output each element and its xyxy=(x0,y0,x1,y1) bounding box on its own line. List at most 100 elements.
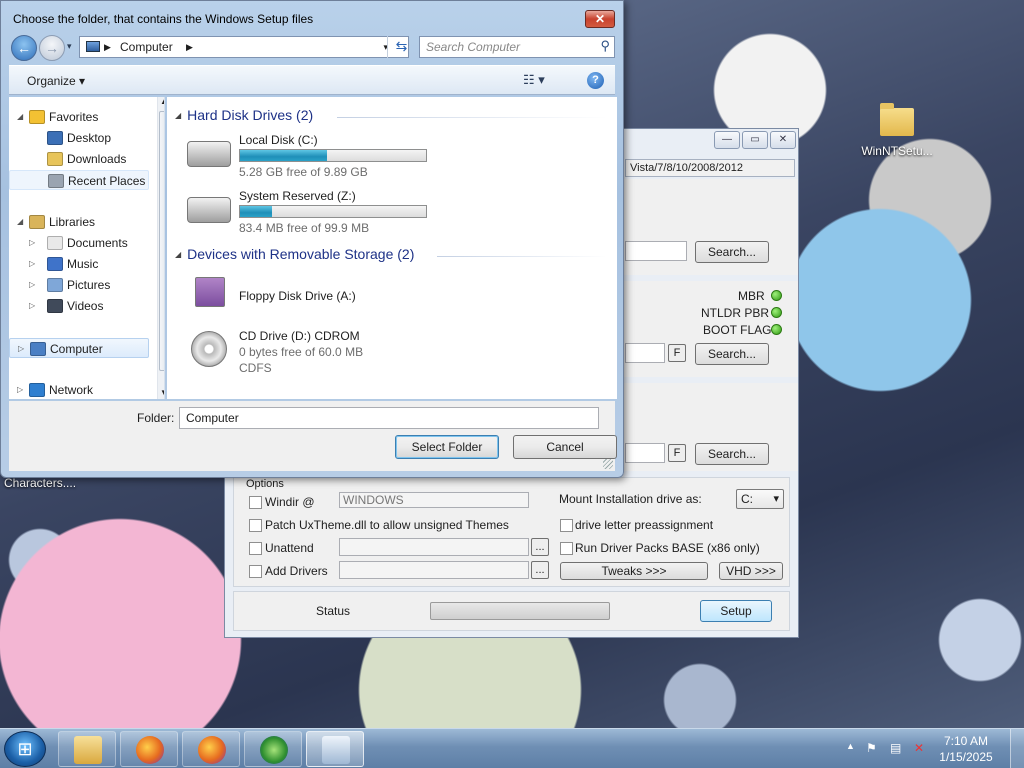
taskbar-explorer-button[interactable] xyxy=(58,731,116,767)
taskbar-installer-button[interactable] xyxy=(244,731,302,767)
breadcrumb-chevron-icon[interactable]: ▶ xyxy=(186,37,193,57)
system-clock[interactable]: 7:10 AM 1/15/2025 xyxy=(938,733,994,765)
refresh-icon[interactable]: ⇆ xyxy=(387,36,415,58)
nav-item-music[interactable]: ▷ Music xyxy=(9,254,149,274)
organize-button[interactable]: Organize ▾ xyxy=(27,74,85,88)
desktop-icon-winntsetup[interactable]: WinNTSetu... xyxy=(858,103,936,158)
nav-item-libraries[interactable]: ◢ Libraries xyxy=(9,212,149,232)
group-header-removable[interactable]: ◢ Devices with Removable Storage (2) xyxy=(175,246,414,262)
expander-icon[interactable]: ▷ xyxy=(17,380,23,399)
forward-arrow-icon[interactable]: → xyxy=(39,35,65,61)
drive-name: Floppy Disk Drive (A:) xyxy=(239,289,356,303)
scroll-thumb[interactable] xyxy=(159,111,164,371)
nav-item-downloads[interactable]: Downloads xyxy=(9,149,149,169)
source-search-button[interactable]: Search... xyxy=(695,241,769,263)
network-icon[interactable]: ▤ xyxy=(890,741,901,755)
expander-icon[interactable]: ▷ xyxy=(18,339,24,359)
add-drivers-label: Add Drivers xyxy=(265,564,328,578)
nav-item-videos[interactable]: ▷ Videos xyxy=(9,296,149,316)
expander-icon[interactable]: ◢ xyxy=(17,212,23,232)
select-folder-button[interactable]: Select Folder xyxy=(395,435,499,459)
nav-item-desktop[interactable]: Desktop xyxy=(9,128,149,148)
scroll-down-icon[interactable]: ▼ xyxy=(160,388,164,397)
back-arrow-icon[interactable]: ← xyxy=(11,35,37,61)
breadcrumb-chevron-icon[interactable]: ▶ xyxy=(104,37,111,57)
nav-item-pictures[interactable]: ▷ Pictures xyxy=(9,275,149,295)
boot-drive-field[interactable] xyxy=(625,343,665,363)
nav-item-label: Libraries xyxy=(49,215,96,229)
install-drive-field[interactable] xyxy=(625,443,665,463)
group-header-hard-disks[interactable]: ◢ Hard Disk Drives (2) xyxy=(175,107,313,123)
nav-item-favorites[interactable]: ◢ Favorites xyxy=(9,107,149,127)
add-drivers-checkbox[interactable] xyxy=(249,565,262,578)
close-button[interactable]: ✕ xyxy=(770,131,796,149)
show-hidden-icons-icon[interactable]: ▲ xyxy=(846,741,855,751)
collapse-icon[interactable]: ◢ xyxy=(175,250,181,259)
file-list: ◢ Hard Disk Drives (2) Local Disk (C:) 5.… xyxy=(167,97,617,399)
resize-grip-icon[interactable] xyxy=(603,459,613,469)
expander-icon[interactable]: ▷ xyxy=(29,275,35,295)
windir-label: Windir @ xyxy=(265,495,315,509)
mount-drive-select[interactable]: C: xyxy=(736,489,784,509)
scroll-up-icon[interactable]: ▲ xyxy=(160,97,164,106)
cancel-button[interactable]: Cancel xyxy=(513,435,617,459)
action-center-flag-icon[interactable]: ⚑ xyxy=(866,741,877,755)
patch-uxtheme-label: Patch UxTheme.dll to allow unsigned Them… xyxy=(265,518,509,532)
breadcrumb-computer[interactable]: Computer xyxy=(120,37,173,57)
nav-item-recent-places[interactable]: Recent Places xyxy=(9,170,149,190)
boot-search-button[interactable]: Search... xyxy=(695,343,769,365)
windir-field[interactable]: WINDOWS xyxy=(339,492,529,508)
install-search-button[interactable]: Search... xyxy=(695,443,769,465)
install-f-button[interactable]: F xyxy=(668,444,686,462)
maximize-button[interactable]: ▭ xyxy=(742,131,768,149)
expander-icon[interactable]: ▷ xyxy=(29,254,35,274)
nav-item-network[interactable]: ▷ Network xyxy=(9,380,149,399)
change-view-icon[interactable]: ☷ ▾ xyxy=(523,72,545,88)
setup-button[interactable]: Setup xyxy=(700,600,772,622)
tab-os-version[interactable]: Vista/7/8/10/2008/2012 xyxy=(625,159,795,177)
nav-item-computer[interactable]: ▷ Computer xyxy=(9,338,149,358)
expander-icon[interactable]: ◢ xyxy=(17,107,23,127)
drive-local-disk-c[interactable]: Local Disk (C:) 5.28 GB free of 9.89 GB xyxy=(183,131,583,179)
status-led-mbr xyxy=(771,290,782,301)
nav-scrollbar[interactable]: ▲ ▼ xyxy=(157,97,164,399)
minimize-button[interactable]: — xyxy=(714,131,740,149)
drive-cd-d[interactable]: CD Drive (D:) CDROM 0 bytes free of 60.0… xyxy=(183,327,583,379)
preassign-checkbox[interactable] xyxy=(560,519,573,532)
status-bar: Status Setup xyxy=(233,591,790,631)
search-input[interactable]: Search Computer xyxy=(419,36,615,58)
boot-f-button[interactable]: F xyxy=(668,344,686,362)
nav-item-documents[interactable]: ▷ Documents xyxy=(9,233,149,253)
start-button[interactable]: ⊞ xyxy=(4,731,46,767)
address-bar[interactable]: ▶ Computer ▶ ▾ xyxy=(79,36,409,58)
taskbar-firefox-2-button[interactable] xyxy=(182,731,240,767)
collapse-icon[interactable]: ◢ xyxy=(175,111,181,120)
driverpacks-checkbox[interactable] xyxy=(560,542,573,555)
expander-icon[interactable]: ▷ xyxy=(29,233,35,253)
show-desktop-button[interactable] xyxy=(1010,729,1024,768)
patch-uxtheme-checkbox[interactable] xyxy=(249,519,262,532)
drive-floppy-a[interactable]: Floppy Disk Drive (A:) xyxy=(183,273,583,319)
expander-icon[interactable]: ▷ xyxy=(29,296,35,316)
unattend-field[interactable] xyxy=(339,538,529,556)
unattend-browse-button[interactable]: ... xyxy=(531,538,549,556)
folder-input[interactable]: Computer xyxy=(179,407,599,429)
drive-name: CD Drive (D:) CDROM xyxy=(239,329,360,343)
unattend-checkbox[interactable] xyxy=(249,542,262,555)
source-path-field[interactable] xyxy=(625,241,687,261)
nav-item-label: Music xyxy=(67,257,99,271)
dialog-close-button[interactable]: ✕ xyxy=(585,10,615,28)
vhd-button[interactable]: VHD >>> xyxy=(719,562,783,580)
windir-checkbox[interactable] xyxy=(249,496,262,509)
tweaks-button[interactable]: Tweaks >>> xyxy=(560,562,708,580)
help-icon[interactable]: ? xyxy=(587,72,604,89)
drive-system-reserved-z[interactable]: System Reserved (Z:) 83.4 MB free of 99.… xyxy=(183,187,583,235)
recent-pages-dropdown-icon[interactable]: ▾ xyxy=(67,41,72,52)
add-drivers-field[interactable] xyxy=(339,561,529,579)
taskbar-winntsetup-button[interactable] xyxy=(306,731,364,767)
group-title: Hard Disk Drives (2) xyxy=(187,107,314,123)
drive-free-space: 83.4 MB free of 99.9 MB xyxy=(239,221,370,235)
volume-muted-icon[interactable]: ✕ xyxy=(914,741,924,755)
taskbar-firefox-button[interactable] xyxy=(120,731,178,767)
add-drivers-browse-button[interactable]: ... xyxy=(531,561,549,579)
